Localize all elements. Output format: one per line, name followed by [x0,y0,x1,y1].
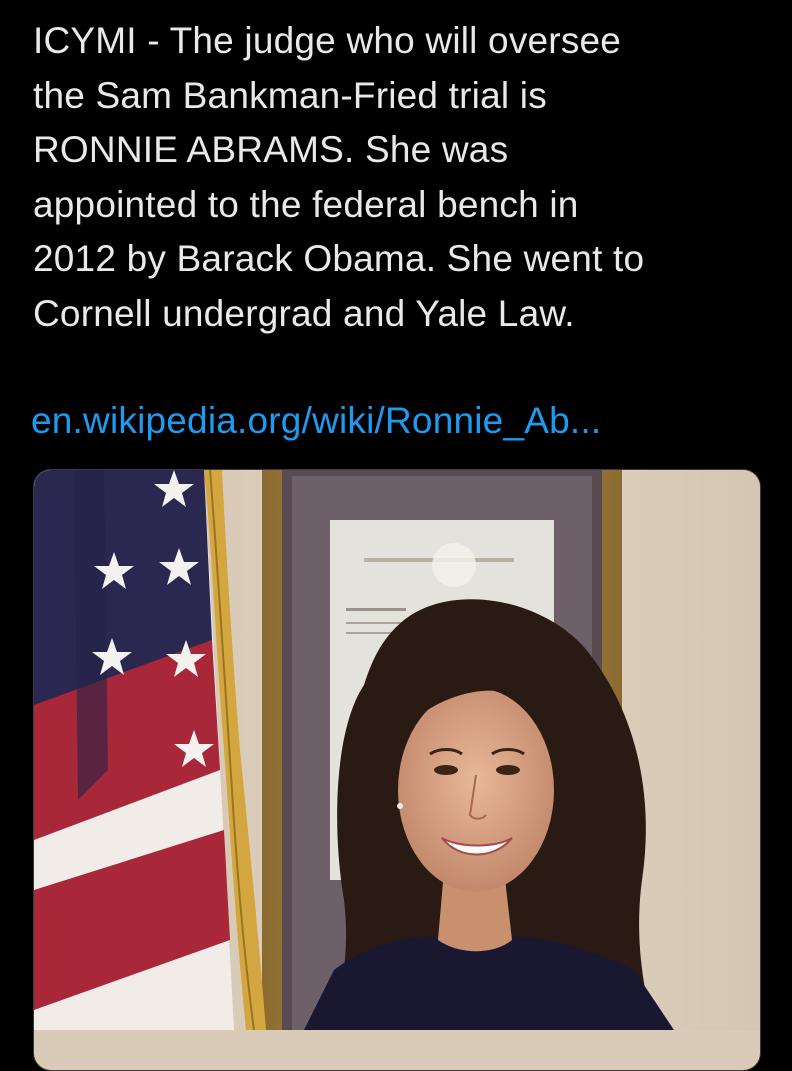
tweet-text-line: Cornell undergrad and Yale Law. [33,292,575,334]
tweet-text-line: appointed to the federal bench in [33,183,579,225]
tweet-text-line: RONNIE ABRAMS. She was [33,129,509,170]
tweet-text-line: ICYMI - The judge who will oversee [33,20,622,61]
portrait-photo [34,470,760,1030]
wikipedia-link[interactable]: en.wikipedia.org/wiki/Ronnie_Ab... [31,394,601,448]
tweet-text: ICYMI - The judge who will oversee the S… [33,14,773,341]
tweet-text-line: 2012 by Barack Obama. She went to [33,238,645,279]
american-flag [34,470,234,1030]
tweet-text-line: the Sam Bankman-Fried trial is [33,74,547,116]
media-card[interactable] [33,469,761,1071]
